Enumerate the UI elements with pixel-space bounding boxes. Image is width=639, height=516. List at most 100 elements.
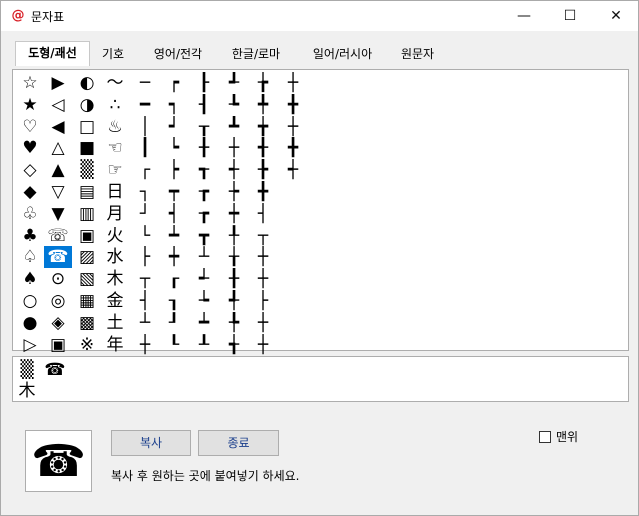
char-cell[interactable]: ━ <box>131 94 159 116</box>
char-cell[interactable]: ☆ <box>16 72 44 94</box>
char-cell[interactable]: ┼ <box>249 246 277 268</box>
char-cell[interactable]: 木 <box>101 268 129 290</box>
char-cell[interactable]: ╈ <box>249 116 277 138</box>
preview-char[interactable]: ☎ <box>43 359 67 381</box>
char-cell[interactable]: ♠ <box>16 268 44 290</box>
char-cell[interactable]: ╂ <box>220 268 248 290</box>
char-cell[interactable]: ┼ <box>279 116 307 138</box>
char-cell[interactable]: ┺ <box>220 94 248 116</box>
char-cell[interactable]: ○ <box>16 290 44 312</box>
char-cell[interactable]: ▩ <box>73 312 101 334</box>
always-on-top-checkbox[interactable] <box>539 431 551 443</box>
char-cell[interactable]: ∴ <box>101 94 129 116</box>
char-cell[interactable]: ▲ <box>44 159 72 181</box>
char-cell[interactable]: ◈ <box>44 312 72 334</box>
char-cell[interactable]: ┲ <box>190 203 218 225</box>
char-cell[interactable]: ～ <box>101 72 129 94</box>
char-cell[interactable]: ┌ <box>131 159 159 181</box>
char-cell[interactable]: ┖ <box>160 334 188 356</box>
char-cell[interactable]: ● <box>16 312 44 334</box>
char-cell[interactable]: ╋ <box>279 137 307 159</box>
char-cell[interactable]: ┕ <box>160 137 188 159</box>
char-cell[interactable]: ┥ <box>160 203 188 225</box>
char-cell[interactable]: ╋ <box>249 181 277 203</box>
char-cell[interactable]: ☜ <box>101 137 129 159</box>
char-cell[interactable]: ┴ <box>131 312 159 334</box>
preview-char[interactable]: ▒ <box>15 359 39 381</box>
char-cell[interactable]: ╄ <box>220 312 248 334</box>
tab-circled-chars[interactable]: 원문자 <box>390 43 445 65</box>
minimize-button[interactable]: — <box>501 1 547 31</box>
char-cell[interactable]: ┬ <box>131 268 159 290</box>
char-cell[interactable]: ┷ <box>160 225 188 247</box>
char-cell[interactable]: ┼ <box>249 312 277 334</box>
char-cell[interactable]: ▽ <box>44 181 72 203</box>
close-button[interactable]: ✕ <box>593 1 639 31</box>
char-cell[interactable]: ┨ <box>190 94 218 116</box>
char-cell[interactable]: ┼ <box>131 334 159 356</box>
char-cell[interactable]: ┻ <box>220 116 248 138</box>
char-cell[interactable]: 水 <box>101 246 129 268</box>
char-cell[interactable]: ┸ <box>190 334 218 356</box>
char-cell[interactable]: ▦ <box>73 290 101 312</box>
char-cell[interactable]: ■ <box>73 137 101 159</box>
char-cell[interactable]: ◀ <box>44 116 72 138</box>
char-cell[interactable]: ♧ <box>16 203 44 225</box>
char-cell[interactable]: ☎ <box>44 246 72 269</box>
tab-symbols[interactable]: 기호 <box>93 43 133 65</box>
char-cell[interactable]: ♤ <box>16 246 44 268</box>
char-cell[interactable]: ┼ <box>279 72 307 94</box>
char-cell[interactable]: ┽ <box>220 159 248 181</box>
char-cell[interactable]: ┾ <box>220 181 248 203</box>
tab-hangul-roman[interactable]: 한글/로마 <box>221 43 291 65</box>
char-cell[interactable]: ┽ <box>279 159 307 181</box>
char-cell[interactable]: ☏ <box>44 225 72 247</box>
tab-japanese-russian[interactable]: 일어/러시아 <box>300 43 385 65</box>
char-cell[interactable]: ┝ <box>160 159 188 181</box>
char-cell[interactable]: ┙ <box>160 116 188 138</box>
char-cell[interactable]: ┹ <box>220 72 248 94</box>
char-cell[interactable]: ┼ <box>249 334 277 356</box>
char-cell[interactable]: ─ <box>131 72 159 94</box>
char-cell[interactable]: ┳ <box>190 225 218 247</box>
char-cell[interactable]: ♥ <box>16 137 44 159</box>
char-cell[interactable]: ╂ <box>190 137 218 159</box>
char-cell[interactable]: ▼ <box>44 203 72 225</box>
char-cell[interactable]: │ <box>131 116 159 138</box>
char-cell[interactable]: ▨ <box>73 246 101 268</box>
char-cell[interactable]: 金 <box>101 290 129 312</box>
char-cell[interactable]: △ <box>44 137 72 159</box>
char-cell[interactable]: ┼ <box>220 137 248 159</box>
char-cell[interactable]: ┤ <box>249 203 277 225</box>
char-cell[interactable]: ☞ <box>101 159 129 181</box>
char-cell[interactable]: ┿ <box>160 246 188 268</box>
char-cell[interactable]: ╉ <box>249 137 277 159</box>
char-cell[interactable]: ╅ <box>220 334 248 356</box>
char-cell[interactable]: ★ <box>16 94 44 116</box>
char-cell[interactable]: ┚ <box>160 312 188 334</box>
char-cell[interactable]: ┼ <box>249 268 277 290</box>
char-cell[interactable]: ├ <box>249 290 277 312</box>
char-cell[interactable]: 日 <box>101 181 129 203</box>
exit-button[interactable]: 종료 <box>198 430 279 456</box>
char-cell[interactable]: ┑ <box>160 94 188 116</box>
char-cell[interactable]: ◇ <box>16 159 44 181</box>
char-cell[interactable]: ▤ <box>73 181 101 203</box>
char-cell[interactable]: ╃ <box>220 290 248 312</box>
char-cell[interactable]: ▣ <box>44 334 72 356</box>
copy-button[interactable]: 복사 <box>111 430 191 456</box>
char-cell[interactable]: ┰ <box>190 116 218 138</box>
char-cell[interactable]: └ <box>131 225 159 247</box>
tab-english-fullwidth[interactable]: 영어/전각 <box>143 43 213 65</box>
char-cell[interactable]: ◆ <box>16 181 44 203</box>
char-cell[interactable]: ┴ <box>190 246 218 268</box>
char-cell[interactable]: ⊙ <box>44 268 72 290</box>
char-cell[interactable]: ╁ <box>220 246 248 268</box>
char-cell[interactable]: ┤ <box>131 290 159 312</box>
maximize-button[interactable]: ☐ <box>547 1 593 31</box>
char-cell[interactable]: ┬ <box>249 225 277 247</box>
char-cell[interactable]: ▶ <box>44 72 72 94</box>
char-cell[interactable]: ◎ <box>44 290 72 312</box>
char-cell[interactable]: ┷ <box>190 312 218 334</box>
char-cell[interactable]: ├ <box>131 246 159 268</box>
